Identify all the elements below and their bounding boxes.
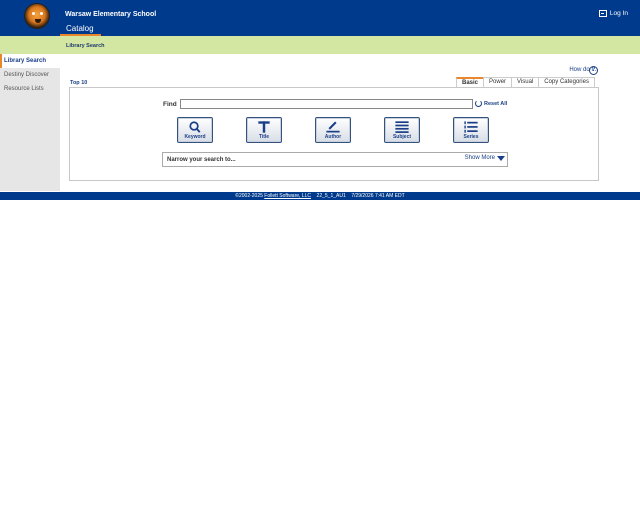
narrow-search-section: Narrow your search to... Show More xyxy=(162,152,508,167)
reset-all-label: Reset All xyxy=(484,100,508,107)
series-search-button[interactable]: Series xyxy=(453,117,489,143)
tab-copy-categories[interactable]: Copy Categories xyxy=(538,77,595,87)
footer: ©2002-2025 Follett Software, LLC 22_5_1_… xyxy=(0,192,640,200)
find-input[interactable] xyxy=(180,99,473,109)
pen-icon xyxy=(326,121,340,133)
datetime-text: 7/29/2026 7:41 AM EDT xyxy=(351,193,405,199)
subject-label: Subject xyxy=(392,134,412,140)
sidebar: Library Search Destiny Discover Resource… xyxy=(0,54,60,191)
subject-search-button[interactable]: Subject xyxy=(384,117,420,143)
school-logo[interactable] xyxy=(24,3,50,29)
series-label: Series xyxy=(463,134,479,140)
top-10-link[interactable]: Top 10 xyxy=(70,80,87,86)
author-search-button[interactable]: Author xyxy=(315,117,351,143)
tab-basic[interactable]: Basic xyxy=(456,77,485,87)
follett-link[interactable]: Follett Software, LLC xyxy=(264,193,311,199)
sidebar-item-library-search[interactable]: Library Search xyxy=(0,54,60,68)
narrow-search-label: Narrow your search to... xyxy=(167,157,236,163)
school-name: Warsaw Elementary School xyxy=(65,11,157,18)
login-label: Log In xyxy=(609,10,628,17)
find-label: Find xyxy=(163,101,177,108)
top-header: Warsaw Elementary School Log In Catalog xyxy=(0,0,640,36)
numbered-list-icon xyxy=(464,121,478,133)
magnifier-icon xyxy=(189,121,201,133)
tab-catalog[interactable]: Catalog xyxy=(60,24,101,36)
page-title: Library Search xyxy=(66,43,105,49)
title-search-button[interactable]: Title xyxy=(246,117,282,143)
sidebar-item-resource-lists[interactable]: Resource Lists xyxy=(0,82,60,96)
lines-icon xyxy=(395,121,409,133)
reset-all-button[interactable]: Reset All xyxy=(475,100,507,107)
search-mode-tabs: Basic Power Visual Copy Categories xyxy=(456,77,595,87)
show-more-button[interactable]: Show More xyxy=(465,155,505,161)
search-panel: Find Reset All Keyword Title Author Subj… xyxy=(69,87,599,181)
subheader-bar: Library Search xyxy=(0,36,640,54)
tab-visual[interactable]: Visual xyxy=(511,77,540,87)
refresh-icon xyxy=(475,100,482,107)
login-button[interactable]: Log In xyxy=(598,10,628,17)
author-label: Author xyxy=(324,134,342,140)
sidebar-item-destiny-discover[interactable]: Destiny Discover xyxy=(0,68,60,82)
copyright-text: ©2002-2025 xyxy=(235,193,263,199)
title-label: Title xyxy=(258,134,270,140)
keyword-label: Keyword xyxy=(184,134,206,140)
version-text: 22_5_1_AU1 xyxy=(316,193,346,199)
show-more-label: Show More xyxy=(464,155,495,161)
help-icon[interactable]: ? xyxy=(589,66,598,75)
tab-power[interactable]: Power xyxy=(483,77,513,87)
keyword-search-button[interactable]: Keyword xyxy=(177,117,213,143)
title-t-icon xyxy=(258,121,270,133)
chevron-down-icon xyxy=(497,155,505,161)
login-icon xyxy=(598,10,607,17)
